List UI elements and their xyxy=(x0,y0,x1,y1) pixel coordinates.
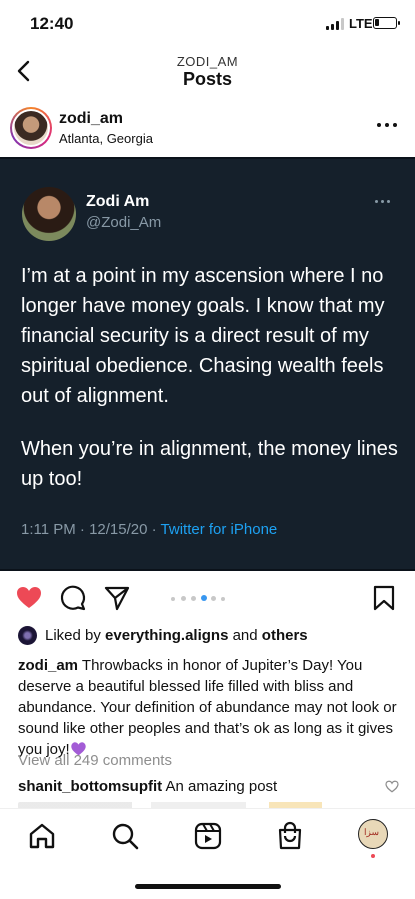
post-header: zodi_am Atlanta, Georgia xyxy=(0,100,415,156)
status-bar: 12:40 LTE xyxy=(0,0,415,46)
reels-icon[interactable] xyxy=(193,821,223,851)
tweet-more-dots-icon xyxy=(375,199,393,205)
tweet-paragraph-1: I’m at a point in my ascension where I n… xyxy=(21,265,385,407)
profile-tab-avatar[interactable]: سزا xyxy=(358,819,388,849)
comment-username[interactable]: shanit_bottomsupfit xyxy=(18,778,162,795)
post-username[interactable]: zodi_am xyxy=(59,110,123,128)
carousel-dot xyxy=(181,596,186,601)
home-indicator xyxy=(135,884,281,889)
caption: zodi_am Throwbacks in honor of Jupiter’s… xyxy=(18,655,403,760)
page-title: Posts xyxy=(182,69,233,89)
likes-middle: and xyxy=(228,627,262,644)
tweet-meta: 1:11 PM · 12/15/20 · Twitter for iPhone xyxy=(21,521,277,538)
share-icon[interactable] xyxy=(103,584,131,612)
likes-text: Liked by everything.aligns and others xyxy=(45,627,308,644)
bottom-nav: سزا xyxy=(0,808,415,866)
carousel-dot xyxy=(201,595,207,601)
account-name: ZODI_AM xyxy=(176,54,239,69)
home-icon[interactable] xyxy=(27,821,57,851)
comment-icon[interactable] xyxy=(59,584,87,612)
action-bar xyxy=(0,578,415,622)
signal-icon xyxy=(326,18,346,30)
save-icon[interactable] xyxy=(370,584,398,612)
tweet-timestamp: 1:11 PM · 12/15/20 · xyxy=(21,521,161,538)
network-label: LTE xyxy=(349,16,373,31)
search-icon[interactable] xyxy=(110,821,140,851)
comment-row: shanit_bottomsupfit An amazing post xyxy=(18,778,277,795)
tweet-handle: @Zodi_Am xyxy=(86,214,162,231)
carousel-dot xyxy=(211,596,216,601)
liker-avatar xyxy=(18,626,37,645)
tweet-avatar xyxy=(22,187,76,241)
carousel-dot xyxy=(221,597,225,601)
more-dots-icon[interactable] xyxy=(377,120,399,130)
carousel-dot xyxy=(171,597,175,601)
battery-icon xyxy=(373,17,400,29)
post-image-tweet[interactable]: Zodi Am @Zodi_Am I’m at a point in my as… xyxy=(0,157,415,571)
tweet-name: Zodi Am xyxy=(86,193,150,210)
notification-dot xyxy=(371,854,375,858)
view-all-comments[interactable]: View all 249 comments xyxy=(18,752,172,769)
heart-icon[interactable] xyxy=(15,584,43,612)
avatar[interactable] xyxy=(10,107,52,149)
comment-heart-icon[interactable] xyxy=(385,780,399,793)
carousel-indicator xyxy=(171,595,243,603)
likes-prefix: Liked by xyxy=(45,627,106,644)
status-time: 12:40 xyxy=(30,14,74,33)
tweet-source: Twitter for iPhone xyxy=(160,521,278,538)
liker-username[interactable]: everything.aligns xyxy=(105,627,228,644)
comment-text: An amazing post xyxy=(162,778,278,795)
post-location[interactable]: Atlanta, Georgia xyxy=(59,131,153,146)
tweet-paragraph-2: When you’re in alignment, the money line… xyxy=(21,438,398,490)
likes-others[interactable]: others xyxy=(262,627,308,644)
shop-icon[interactable] xyxy=(275,821,305,851)
caption-username[interactable]: zodi_am xyxy=(18,657,78,674)
nav-header: ZODI_AM Posts xyxy=(0,48,415,98)
carousel-dot xyxy=(191,596,196,601)
